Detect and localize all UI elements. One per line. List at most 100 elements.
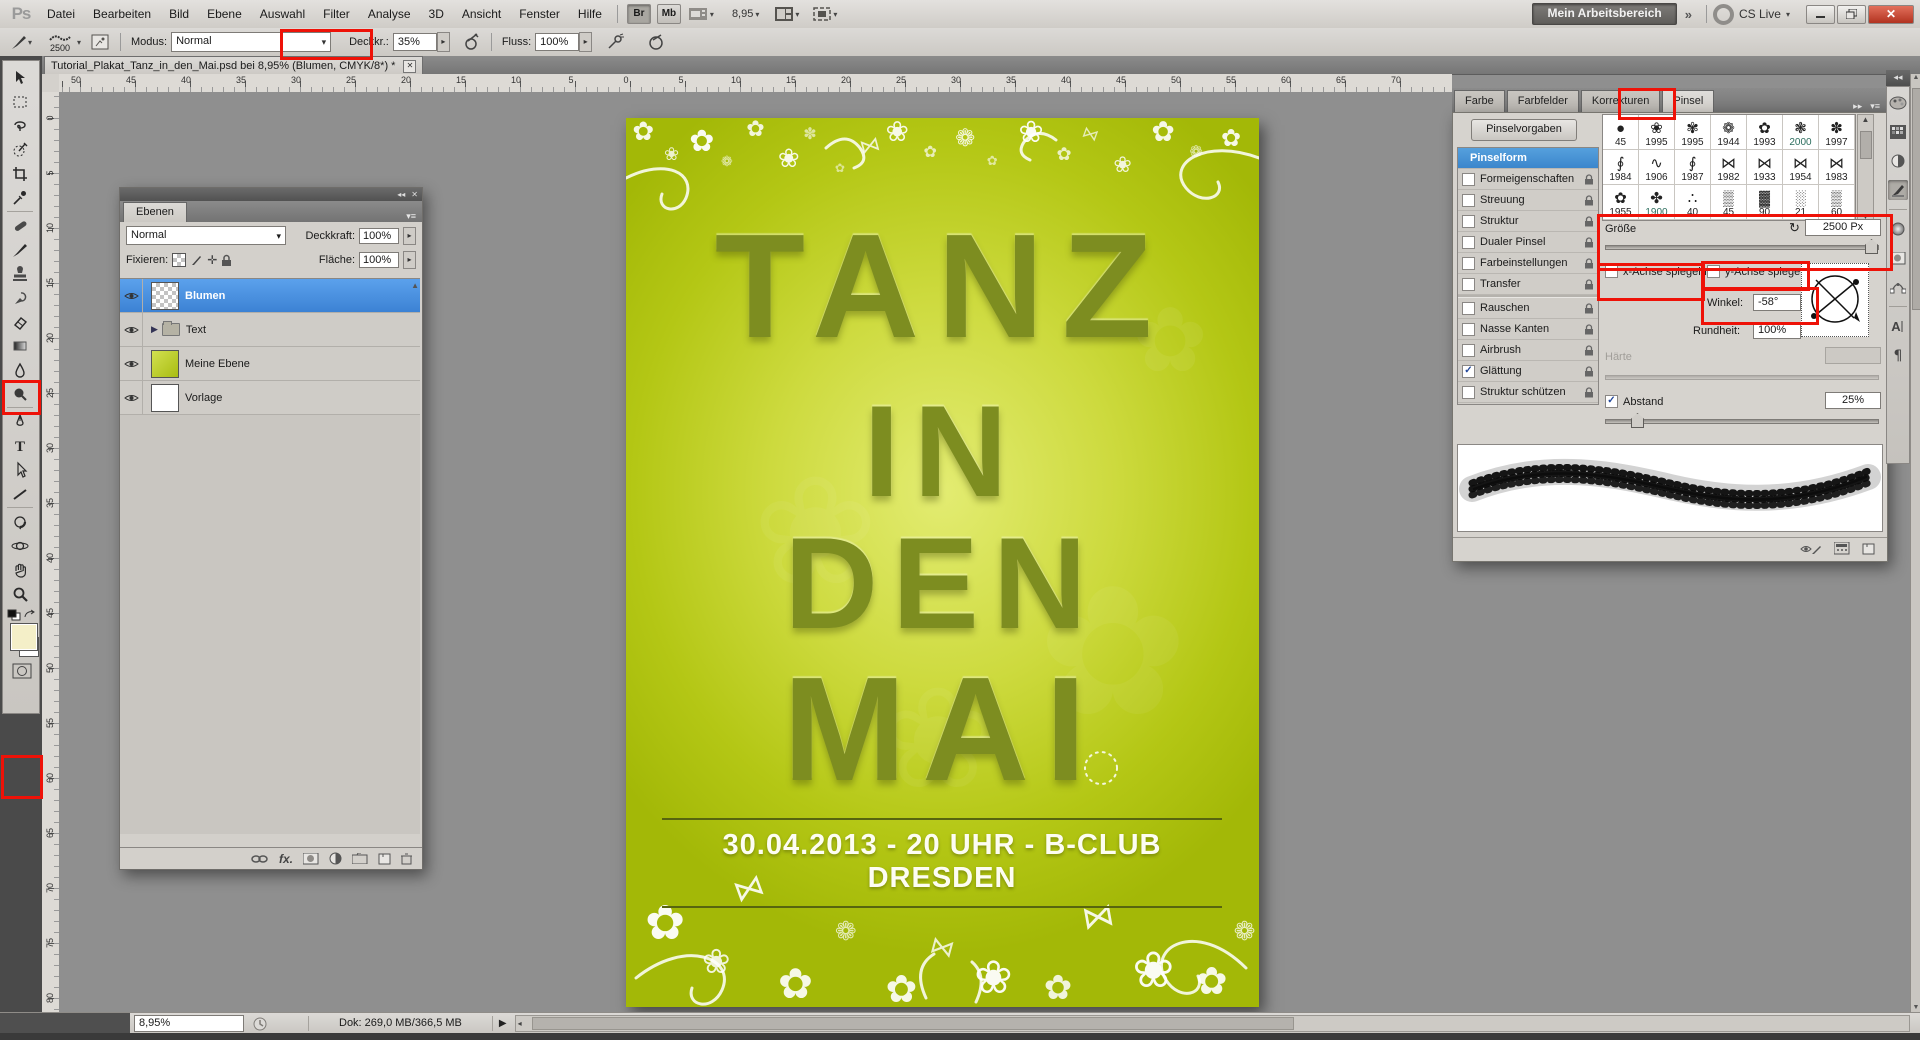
layer-thumbnail[interactable] (151, 350, 179, 378)
close-panel-icon[interactable]: ✕ (411, 190, 418, 199)
flow-spinner[interactable]: ▸ (579, 32, 592, 52)
layer-row-meine-ebene[interactable]: Meine Ebene (120, 347, 420, 381)
abstand-checkbox[interactable]: ✓ Abstand (1605, 395, 1663, 408)
horizontal-scrollbar[interactable]: ◂ (515, 1015, 1910, 1032)
layer-visibility-icon[interactable] (120, 313, 143, 346)
document-tab[interactable]: Tutorial_Plakat_Tanz_in_den_Mai.psd bei … (44, 56, 423, 75)
menu-filter[interactable]: Filter (314, 1, 359, 28)
layer-blend-mode-dropdown[interactable]: Normal (126, 226, 286, 245)
brush-tip-1995[interactable]: ❀1995 (1639, 115, 1675, 150)
brush-section-streuung[interactable]: Streuung (1458, 190, 1598, 211)
section-checkbox[interactable]: ✓ (1462, 365, 1475, 378)
section-checkbox[interactable] (1462, 257, 1475, 270)
flip-y-checkbox[interactable]: y-Achse spiegeln (1707, 265, 1809, 278)
section-checkbox[interactable] (1462, 344, 1475, 357)
menu-auswahl[interactable]: Auswahl (251, 1, 314, 28)
menu-datei[interactable]: Datei (38, 1, 84, 28)
layer-row-blumen[interactable]: Blumen (120, 279, 420, 313)
brush-tip-45[interactable]: ▒45 (1711, 185, 1747, 220)
flip-x-checkbox[interactable]: x-Achse spiegeln (1605, 265, 1707, 278)
brush-section-airbrush[interactable]: Airbrush (1458, 340, 1598, 361)
tool-crop[interactable] (7, 163, 33, 185)
brush-tip-2000[interactable]: ❃2000 (1783, 115, 1819, 150)
tool-history-brush[interactable] (7, 287, 33, 309)
arrange-documents-button[interactable]: ▾ (775, 5, 799, 23)
groesse-slider[interactable] (1605, 245, 1879, 250)
document-canvas[interactable]: ✿❀✿❁✿❀✽✿⋈❀✿❁✿❀✿⋈❀✿❁✿❀✿❀✿✿❀⋈✿❁✿⋈❀✿⋈❀✿❁ TA… (626, 118, 1259, 1007)
default-colors-icon[interactable] (7, 609, 21, 621)
dock-icon-farbfelder[interactable] (1888, 122, 1908, 142)
tab-pinsel[interactable]: Pinsel (1662, 90, 1714, 112)
brush-tip-1984[interactable]: ∮1984 (1603, 150, 1639, 185)
brush-tip-1995[interactable]: ✾1995 (1675, 115, 1711, 150)
expand-group-icon[interactable]: ▶ (151, 324, 158, 335)
tab-korrekturen[interactable]: Korrekturen (1581, 90, 1660, 112)
brush-tool-icon[interactable]: ▾ (10, 32, 32, 52)
expand-panels-icon[interactable]: ▸▸ (1853, 101, 1862, 112)
tool-healing[interactable] (7, 215, 33, 237)
tool-orbit-3d[interactable] (7, 535, 33, 557)
scroll-left-icon[interactable]: ◂ (518, 1019, 522, 1028)
launcher-icon[interactable]: ▾ (688, 5, 714, 23)
abstand-slider-thumb[interactable] (1631, 413, 1644, 428)
menu-hilfe[interactable]: Hilfe (569, 1, 611, 28)
section-checkbox[interactable] (1462, 215, 1475, 228)
preview-toggle-icon[interactable] (1800, 543, 1822, 555)
abstand-box[interactable]: ✓ (1605, 395, 1618, 408)
brush-tip-60[interactable]: ▒60 (1819, 185, 1855, 220)
brush-tip-1944[interactable]: ❁1944 (1711, 115, 1747, 150)
lock-icon[interactable] (1584, 174, 1594, 185)
brush-section-farbeinstellungen[interactable]: Farbeinstellungen (1458, 253, 1598, 274)
quick-mask-icon[interactable] (12, 663, 32, 679)
tool-line[interactable] (7, 483, 33, 505)
collapse-panel-icon[interactable]: ◂◂ (397, 190, 405, 199)
brush-tip-1993[interactable]: ✿1993 (1747, 115, 1783, 150)
panel-menu-icon[interactable]: ▾≡ (1870, 101, 1880, 112)
layer-visibility-icon[interactable] (120, 279, 143, 312)
screen-mode-button[interactable]: ▾ (813, 5, 837, 23)
restore-button[interactable] (1837, 5, 1866, 24)
section-checkbox[interactable] (1462, 278, 1475, 291)
lock-icon[interactable] (1584, 258, 1594, 269)
brush-preset-picker[interactable]: 2500 (43, 32, 77, 53)
lock-position-icon[interactable]: ✛ (207, 253, 217, 267)
minimize-button[interactable] (1806, 5, 1835, 24)
tablet-size-icon[interactable] (645, 32, 667, 52)
lock-icon[interactable] (1584, 279, 1594, 290)
brush-tip-1906[interactable]: ∿1906 (1639, 150, 1675, 185)
flaeche-spinner[interactable]: ▸ (403, 251, 416, 269)
tab-farbe[interactable]: Farbe (1454, 90, 1505, 112)
brush-tip-1955[interactable]: ✿1955 (1603, 185, 1639, 220)
brush-tip-1933[interactable]: ⋈1933 (1747, 150, 1783, 185)
dock-icon-pinsel[interactable] (1888, 180, 1908, 200)
tool-hand[interactable] (7, 559, 33, 581)
tool-lasso[interactable] (7, 115, 33, 137)
groesse-slider-thumb[interactable] (1865, 239, 1878, 254)
blend-mode-dropdown[interactable]: Normal (171, 32, 331, 52)
scroll-up-icon[interactable]: ▲ (411, 281, 419, 290)
new-group-icon[interactable] (352, 853, 368, 864)
status-menu-icon[interactable]: ▶ (499, 1018, 507, 1029)
brush-tip-90[interactable]: ▓90 (1747, 185, 1783, 220)
lock-icon[interactable] (1584, 195, 1594, 206)
link-layers-icon[interactable] (251, 854, 269, 864)
tool-eraser[interactable] (7, 311, 33, 333)
menu-analyse[interactable]: Analyse (359, 1, 420, 28)
open-preset-manager-icon[interactable] (1834, 542, 1850, 555)
brush-tip-1997[interactable]: ✽1997 (1819, 115, 1855, 150)
new-layer-icon[interactable] (378, 853, 391, 865)
layer-thumbnail[interactable] (151, 282, 179, 310)
winkel-field[interactable]: -58° (1753, 294, 1801, 311)
layer-thumbnail[interactable] (151, 384, 179, 412)
brush-section-nasse-kanten[interactable]: Nasse Kanten (1458, 319, 1598, 340)
opacity-spinner[interactable]: ▸ (437, 32, 450, 52)
brush-section-rauschen[interactable]: Rauschen (1458, 298, 1598, 319)
menu-bild[interactable]: Bild (160, 1, 198, 28)
brush-section-pinselform[interactable]: Pinselform (1458, 148, 1598, 169)
dock-icon-zeichen[interactable]: A (1888, 316, 1908, 336)
panel-menu-icon[interactable]: ▾≡ (400, 211, 422, 222)
workspace-overflow-chevrons[interactable]: » (1685, 7, 1692, 22)
workspace-button[interactable]: Mein Arbeitsbereich (1532, 3, 1676, 25)
brush-angle-dial[interactable] (1801, 263, 1869, 337)
horizontal-ruler[interactable]: 5045403530252015105051015202530354045505… (59, 74, 1452, 93)
